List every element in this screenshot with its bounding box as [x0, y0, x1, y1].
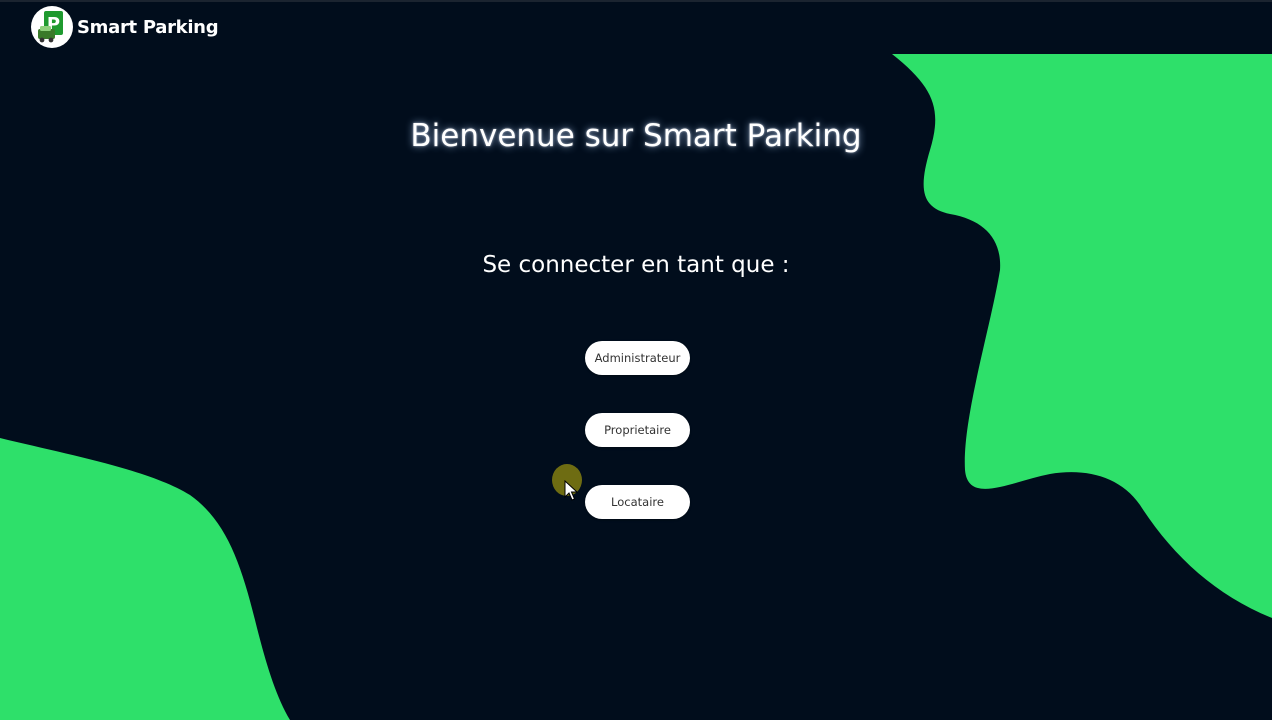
green-wave-left [0, 438, 290, 720]
login-as-subtitle: Se connecter en tant que : [482, 252, 790, 278]
page: P Smart Parking Bienvenue sur Smart Park… [0, 0, 1272, 720]
brand-name: Smart Parking [77, 16, 219, 38]
parking-logo-icon: P [31, 6, 73, 48]
administrateur-button[interactable]: Administrateur [585, 341, 690, 375]
locataire-button[interactable]: Locataire [585, 485, 690, 519]
mouse-pointer-icon [564, 480, 578, 501]
brand[interactable]: P Smart Parking [31, 3, 219, 51]
proprietaire-button[interactable]: Proprietaire [585, 413, 690, 447]
welcome-title: Bienvenue sur Smart Parking [410, 118, 862, 154]
